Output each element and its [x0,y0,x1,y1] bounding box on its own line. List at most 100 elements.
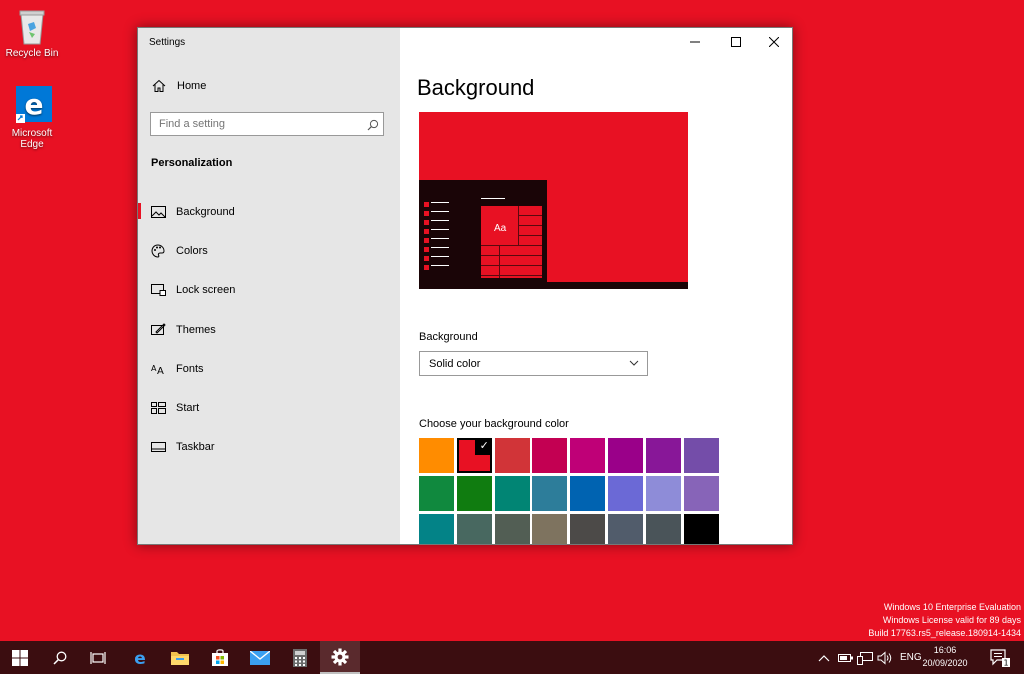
color-swatch[interactable] [419,438,454,473]
task-view-button[interactable] [78,641,118,674]
taskbar-icon [150,440,166,454]
color-swatch[interactable] [683,476,719,511]
watermark-line2: Windows License valid for 89 days [882,615,1021,625]
preview-menu-lines [431,202,449,272]
sidebar-item-label: Background [176,205,235,218]
settings-window: Settings Home Personalization Background… [137,27,793,545]
color-swatch[interactable] [456,514,492,544]
network-icon [857,651,873,665]
sidebar-item-fonts[interactable]: AA Fonts [138,349,400,388]
color-swatch[interactable] [570,514,606,544]
color-swatch[interactable] [645,438,681,473]
volume-button[interactable] [877,641,893,674]
sidebar-item-label: Themes [176,323,216,336]
chevron-down-icon [629,360,639,366]
mail-icon [250,650,270,665]
notification-count-badge: 1 [1003,658,1008,667]
color-swatch[interactable] [570,476,606,511]
calculator-icon [293,648,307,667]
windows-logo-icon [12,649,28,666]
picture-icon [150,205,166,219]
color-swatch[interactable] [494,514,530,544]
themes-icon [150,323,166,337]
taskbar-search-button[interactable] [40,641,80,674]
taskbar-settings-button[interactable] [320,641,360,674]
desktop-icon-recycle-bin[interactable]: Recycle Bin [0,6,64,59]
show-hidden-icons-button[interactable] [818,641,830,674]
sidebar-item-themes[interactable]: Themes [138,310,400,349]
battery-icon [838,653,853,662]
watermark-line3: Build 17763.rs5_release.180914-1434 [868,628,1021,638]
preview-tile-divider [499,246,500,278]
color-swatch[interactable] [570,438,606,473]
background-type-value: Solid color [429,357,481,370]
taskbar-calculator-button[interactable] [280,641,320,674]
color-swatch[interactable] [532,476,568,511]
search-input[interactable] [150,112,384,136]
window-title: Settings [149,37,186,48]
color-swatch[interactable] [419,476,454,511]
settings-content: Background Aa Background Solid color Cho… [400,28,792,544]
sidebar-home[interactable]: Home [151,78,206,94]
background-preview: Aa [419,112,688,289]
desktop-icon-microsoft-edge[interactable]: e Microsoft Edge [0,86,64,150]
color-swatch[interactable] [494,438,530,473]
lock-screen-icon [150,283,166,297]
sidebar-item-taskbar[interactable]: Taskbar [138,427,400,466]
color-swatch[interactable] [645,476,681,511]
sidebar-item-lock-screen[interactable]: Lock screen [138,270,400,309]
color-swatch[interactable] [456,476,492,511]
desktop-icon-label-line2: Edge [20,139,44,150]
sidebar-item-label: Lock screen [176,283,236,296]
svg-text:e: e [134,649,146,667]
background-type-dropdown[interactable]: Solid color [419,351,648,376]
start-icon [150,401,166,415]
color-swatch[interactable] [608,476,643,511]
network-button[interactable] [857,641,873,674]
minimize-button[interactable] [676,28,713,56]
notification-icon: 1 [990,648,1010,667]
speaker-icon [877,650,892,665]
desktop-icon-label: Recycle Bin [5,48,59,59]
watermark-line1: Windows 10 Enterprise Evaluation [883,602,1021,612]
battery-button[interactable] [838,641,854,674]
task-view-icon [90,651,106,664]
color-swatch[interactable] [532,514,568,544]
maximize-button[interactable] [717,28,754,56]
checkmark-icon: ✓ [479,440,489,452]
clock-time: 16:06 [933,645,957,655]
input-language-indicator[interactable]: ENG [900,641,922,674]
taskbar-mail-button[interactable] [240,641,280,674]
sidebar-item-label: Start [176,401,200,414]
maximize-icon [730,37,741,47]
sidebar-item-label: Taskbar [176,440,215,453]
sidebar-item-background[interactable]: Background [138,192,400,231]
color-swatch[interactable] [419,514,454,544]
search-icon[interactable] [367,118,379,131]
color-swatch[interactable] [532,438,568,473]
color-swatch[interactable] [608,438,643,473]
taskbar-file-explorer-button[interactable] [160,641,200,674]
store-icon [212,649,228,666]
sidebar-item-start[interactable]: Start [138,388,400,427]
color-swatch[interactable] [683,438,719,473]
color-swatch[interactable] [645,514,681,544]
taskbar: e ENG 16:06 20/09/2020 1 [0,641,1024,674]
close-button[interactable] [755,28,792,56]
preview-menu-icons [424,202,429,272]
fonts-icon: AA [150,362,166,376]
background-label: Background [419,331,478,343]
palette-icon [150,243,166,258]
color-swatch[interactable] [494,476,530,511]
svg-text:A: A [157,366,164,375]
taskbar-clock[interactable]: 16:06 20/09/2020 [920,644,970,670]
start-button[interactable] [0,641,40,674]
edge-icon: e [14,86,52,126]
sidebar-item-colors[interactable]: Colors [138,231,400,270]
color-swatch[interactable] [683,514,719,544]
color-swatch[interactable]: ✓ [456,438,492,473]
action-center-button[interactable]: 1 [990,641,1010,674]
taskbar-edge-button[interactable]: e [120,641,160,674]
color-swatch[interactable] [608,514,643,544]
taskbar-store-button[interactable] [200,641,240,674]
